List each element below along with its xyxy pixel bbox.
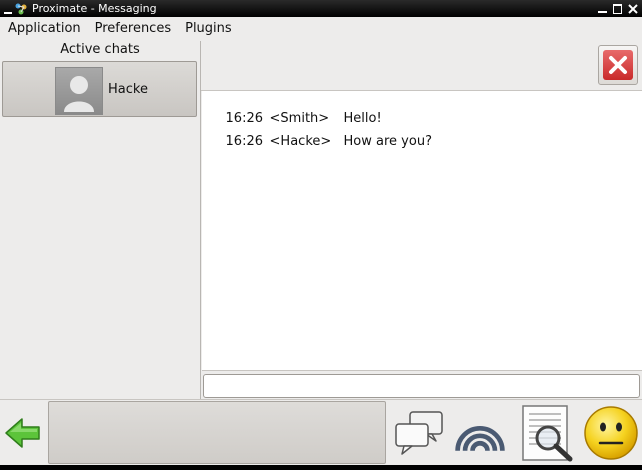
app-icon bbox=[15, 3, 27, 14]
window-titlebar: Proximate - Messaging bbox=[0, 0, 642, 17]
titlebar-left bbox=[2, 1, 30, 16]
status-area[interactable] bbox=[48, 401, 386, 464]
maximize-button[interactable] bbox=[613, 3, 622, 14]
window-menu-icon[interactable] bbox=[4, 11, 12, 14]
chat-entry-hacke[interactable]: Hacke bbox=[2, 61, 197, 117]
menu-application[interactable]: Application bbox=[0, 17, 88, 41]
search-document-icon[interactable] bbox=[520, 404, 576, 462]
conversation-header bbox=[201, 41, 642, 91]
menu-preferences[interactable]: Preferences bbox=[88, 17, 178, 41]
close-chat-button[interactable] bbox=[598, 45, 638, 85]
user-avatar-icon bbox=[55, 67, 103, 115]
menu-bar: Application Preferences Plugins bbox=[0, 17, 642, 41]
message-time: 16:26 bbox=[225, 134, 263, 149]
window-bottom-border bbox=[0, 465, 642, 470]
message-text: How are you? bbox=[343, 134, 432, 149]
menu-plugins[interactable]: Plugins bbox=[178, 17, 239, 41]
message-input[interactable] bbox=[203, 374, 640, 398]
bottom-toolbar bbox=[0, 399, 642, 466]
close-window-button[interactable] bbox=[628, 3, 638, 14]
message-log: 16:26 <Smith> Hello! 16:26 <Hacke> How are y… bbox=[202, 91, 642, 371]
back-arrow-icon[interactable] bbox=[4, 416, 42, 450]
chat-entry-name: Hacke bbox=[108, 82, 148, 97]
smiley-status-icon[interactable] bbox=[583, 404, 639, 462]
active-chats-header: Active chats bbox=[60, 42, 140, 57]
message-row: 16:26 <Hacke> How are you? bbox=[209, 119, 432, 164]
active-chats-pane: Active chats Hacke bbox=[0, 41, 201, 399]
chat-bubbles-icon[interactable] bbox=[392, 404, 448, 462]
minimize-button[interactable] bbox=[598, 4, 607, 13]
window-controls bbox=[598, 1, 638, 16]
message-sender: <Hacke> bbox=[269, 134, 332, 149]
close-x-icon bbox=[603, 50, 633, 80]
window-title: Proximate - Messaging bbox=[32, 2, 157, 15]
broadcast-signal-icon[interactable] bbox=[452, 404, 508, 462]
